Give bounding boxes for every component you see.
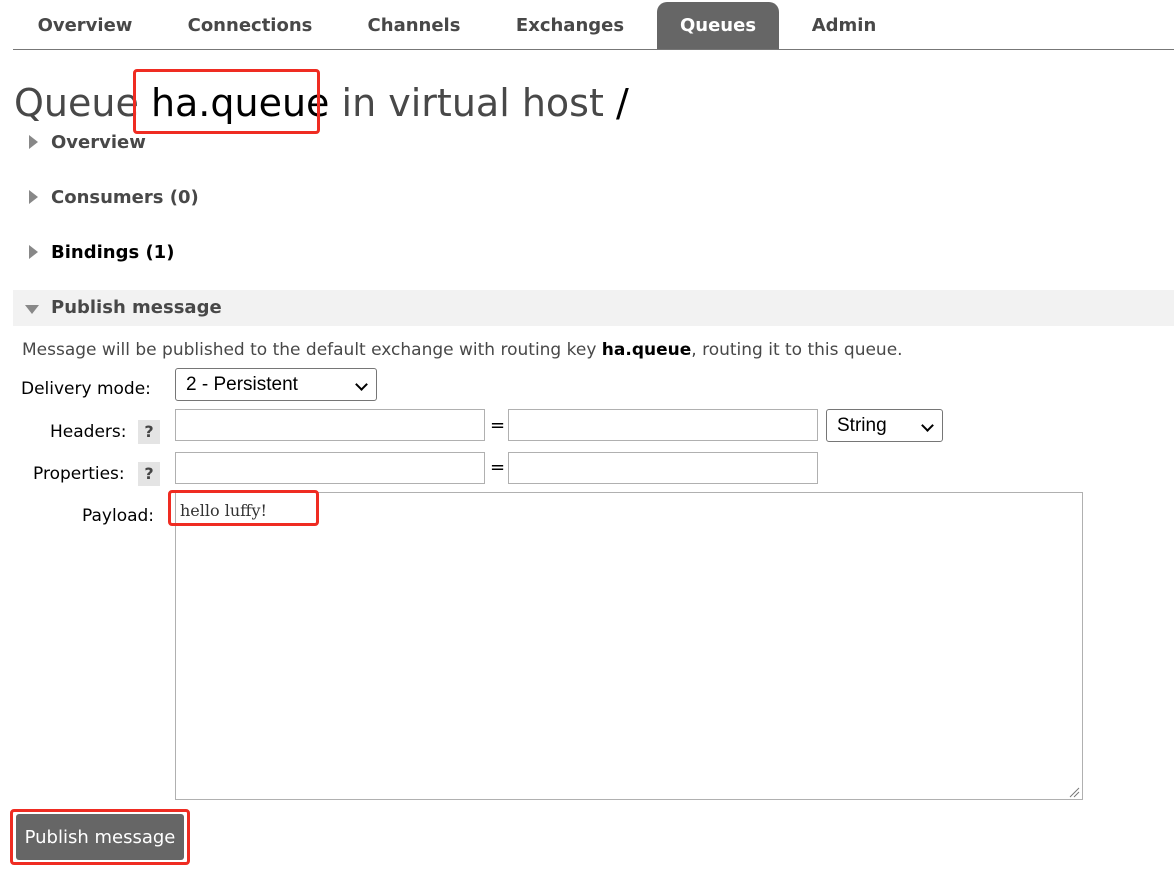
- expand-triangle-icon: [29, 245, 38, 259]
- page-title: Queue ha.queue in virtual host /: [14, 80, 629, 126]
- intro-after: , routing it to this queue.: [691, 340, 903, 360]
- chevron-down-icon: [921, 419, 934, 432]
- property-key-input[interactable]: [175, 452, 485, 484]
- properties-help-button[interactable]: ?: [138, 462, 160, 486]
- payload-label: Payload:: [82, 506, 155, 526]
- queue-name: ha.queue: [150, 81, 330, 125]
- header-type-select[interactable]: String: [826, 409, 943, 442]
- section-bindings[interactable]: Bindings (1): [13, 235, 1174, 271]
- delivery-mode-value: 2 - Persistent: [186, 374, 298, 395]
- vhost-name: /: [615, 81, 629, 125]
- routing-key: ha.queue: [601, 340, 692, 360]
- tab-connections[interactable]: Connections: [169, 2, 331, 49]
- tab-overview[interactable]: Overview: [15, 2, 155, 49]
- title-prefix: Queue: [14, 81, 139, 125]
- headers-label: Headers:: [50, 422, 127, 442]
- payload-textarea[interactable]: [175, 492, 1083, 800]
- header-value-input[interactable]: [508, 409, 818, 441]
- header-equals-sign: =: [490, 415, 506, 436]
- section-bindings-label: Bindings (1): [51, 242, 175, 263]
- intro-before: Message will be published to the default…: [22, 340, 602, 360]
- title-middle: in virtual host: [341, 81, 604, 125]
- publish-intro-text: Message will be published to the default…: [22, 338, 903, 362]
- section-publish-message[interactable]: Publish message: [13, 290, 1174, 326]
- tab-exchanges[interactable]: Exchanges: [497, 2, 643, 49]
- tab-admin[interactable]: Admin: [793, 2, 895, 49]
- expand-triangle-icon: [29, 190, 38, 204]
- delivery-mode-label: Delivery mode:: [21, 379, 151, 399]
- expand-triangle-icon: [29, 135, 38, 149]
- property-equals-sign: =: [490, 457, 506, 478]
- tab-queues[interactable]: Queues: [657, 2, 779, 49]
- main-nav-tabs: Overview Connections Channels Exchanges …: [13, 0, 1174, 50]
- resize-grip-icon[interactable]: [1068, 786, 1080, 798]
- header-type-value: String: [837, 415, 887, 436]
- section-consumers[interactable]: Consumers (0): [13, 180, 1174, 216]
- publish-message-button[interactable]: Publish message: [16, 814, 184, 860]
- section-overview-label: Overview: [51, 132, 146, 153]
- headers-help-button[interactable]: ?: [138, 420, 160, 444]
- collapse-triangle-icon: [25, 305, 39, 314]
- header-key-input[interactable]: [175, 409, 485, 441]
- property-value-input[interactable]: [508, 452, 818, 484]
- section-overview[interactable]: Overview: [13, 125, 1174, 161]
- chevron-down-icon: [355, 378, 368, 391]
- section-publish-label: Publish message: [51, 297, 222, 318]
- section-consumers-label: Consumers (0): [51, 187, 199, 208]
- tab-channels[interactable]: Channels: [349, 2, 479, 49]
- properties-label: Properties:: [33, 464, 125, 484]
- delivery-mode-select[interactable]: 2 - Persistent: [175, 368, 377, 401]
